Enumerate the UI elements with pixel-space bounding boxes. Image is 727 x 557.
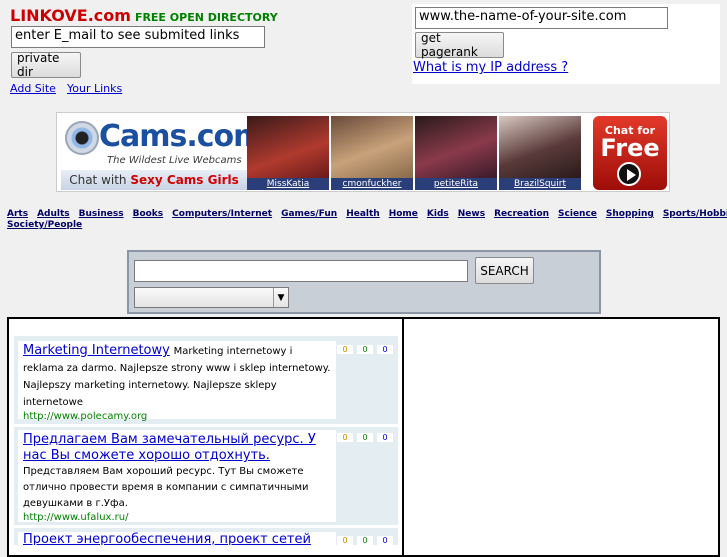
chat-text: Chat with xyxy=(69,173,127,187)
listing-item: Marketing Internetowy Marketing internet… xyxy=(18,341,336,422)
listing-count: 0 xyxy=(337,433,353,442)
category-link[interactable]: Society/People xyxy=(7,220,82,230)
site-url-input[interactable]: www.the-name-of-your-site.com xyxy=(415,7,668,29)
listing-count: 0 xyxy=(377,536,393,545)
listing-url[interactable]: http://www.ufalux.ru/ xyxy=(23,512,331,523)
cams-logo-sub: The Wildest Live Webcams xyxy=(107,155,242,166)
chat-free-button[interactable]: Chat for Free xyxy=(593,116,667,190)
cam-thumb-caption[interactable]: BrazilSquirt xyxy=(499,178,581,190)
category-nav: Arts Adults Business Books Computers/Interne… xyxy=(7,209,727,231)
category-link[interactable]: Kids xyxy=(427,209,449,219)
category-link[interactable]: Computers/Internet xyxy=(172,209,272,219)
category-link[interactable]: Games/Fun xyxy=(281,209,337,219)
cam-thumb-caption[interactable]: cmonfuckher xyxy=(331,178,413,190)
cam-thumb-image xyxy=(331,116,413,178)
listing-count: 0 xyxy=(357,433,373,442)
cam-thumb-caption[interactable]: petiteRita xyxy=(415,178,497,190)
cam-thumb-image xyxy=(499,116,581,178)
listing-item: Предлагаем Вам замечательный ресурс. У н… xyxy=(18,430,336,523)
listing-title[interactable]: Проект энергообеспечения, проект сетей xyxy=(23,532,331,545)
category-link[interactable]: Arts xyxy=(7,209,28,219)
site-logo[interactable]: LINKOVE.com FREE OPEN DIRECTORY xyxy=(10,6,278,25)
site-tagline: FREE OPEN DIRECTORY xyxy=(134,11,278,24)
cam-thumb[interactable]: petiteRita xyxy=(415,116,497,190)
category-link[interactable]: Business xyxy=(79,209,124,219)
chevron-down-icon: ▼ xyxy=(273,288,288,307)
listing-count: 0 xyxy=(357,345,373,354)
email-input[interactable]: enter E_mail to see submited links xyxy=(11,26,265,48)
search-box: SEARCH ▼ xyxy=(127,250,601,314)
listing-item: Проект энергообеспечения, проект сетей xyxy=(18,532,336,545)
chat-free-line2: Free xyxy=(600,134,660,162)
cam-thumb[interactable]: MissKatia xyxy=(247,116,329,190)
cams-banner[interactable]: Cams.com The Wildest Live Webcams Chat w… xyxy=(56,112,670,192)
chat-highlight: Sexy Cams Girls xyxy=(130,173,239,187)
category-select[interactable]: ▼ xyxy=(134,287,289,308)
column-divider xyxy=(402,317,404,557)
category-link[interactable]: Sports/Hobbies xyxy=(663,209,727,219)
search-input[interactable] xyxy=(134,260,468,282)
category-link[interactable]: Science xyxy=(558,209,597,219)
cams-chat-strip: Chat with Sexy Cams Girls xyxy=(61,170,247,190)
listing-title[interactable]: Предлагаем Вам замечательный ресурс. У н… xyxy=(23,432,331,464)
private-dir-button[interactable]: private dir xyxy=(11,51,81,79)
cam-thumb[interactable]: cmonfuckher xyxy=(331,116,413,190)
webcam-icon xyxy=(65,121,99,155)
category-link[interactable]: Recreation xyxy=(494,209,549,219)
search-button[interactable]: SEARCH xyxy=(475,257,534,284)
listing-count: 0 xyxy=(377,345,393,354)
listing-count: 0 xyxy=(377,433,393,442)
listing-count: 0 xyxy=(357,536,373,545)
listing-count: 0 xyxy=(337,345,353,354)
cam-thumb-caption[interactable]: MissKatia xyxy=(247,178,329,190)
play-icon xyxy=(617,162,641,186)
your-links-link[interactable]: Your Links xyxy=(67,82,122,95)
category-link[interactable]: Adults xyxy=(37,209,70,219)
get-pagerank-button[interactable]: get pagerank xyxy=(415,31,504,59)
cam-thumb-image xyxy=(247,116,329,178)
cams-logo: Cams.com The Wildest Live Webcams Chat w… xyxy=(59,115,264,190)
cams-logo-text: Cams.com xyxy=(99,119,264,154)
category-link[interactable]: Books xyxy=(133,209,164,219)
cam-thumb[interactable]: BrazilSquirt xyxy=(499,116,581,190)
listing-title[interactable]: Marketing Internetowy xyxy=(23,343,170,358)
listing-count: 0 xyxy=(337,536,353,545)
add-site-link[interactable]: Add Site xyxy=(10,82,56,95)
listing-description: Представляем Вам хороший ресурс. Тут Вы … xyxy=(23,466,309,509)
ip-address-link[interactable]: What is my IP address ? xyxy=(413,60,568,75)
listing-url[interactable]: http://www.polecamy.org xyxy=(23,411,331,422)
cam-thumb-image xyxy=(415,116,497,178)
category-link[interactable]: News xyxy=(458,209,485,219)
category-link[interactable]: Home xyxy=(389,209,418,219)
category-link[interactable]: Shopping xyxy=(606,209,654,219)
category-link[interactable]: Health xyxy=(346,209,380,219)
